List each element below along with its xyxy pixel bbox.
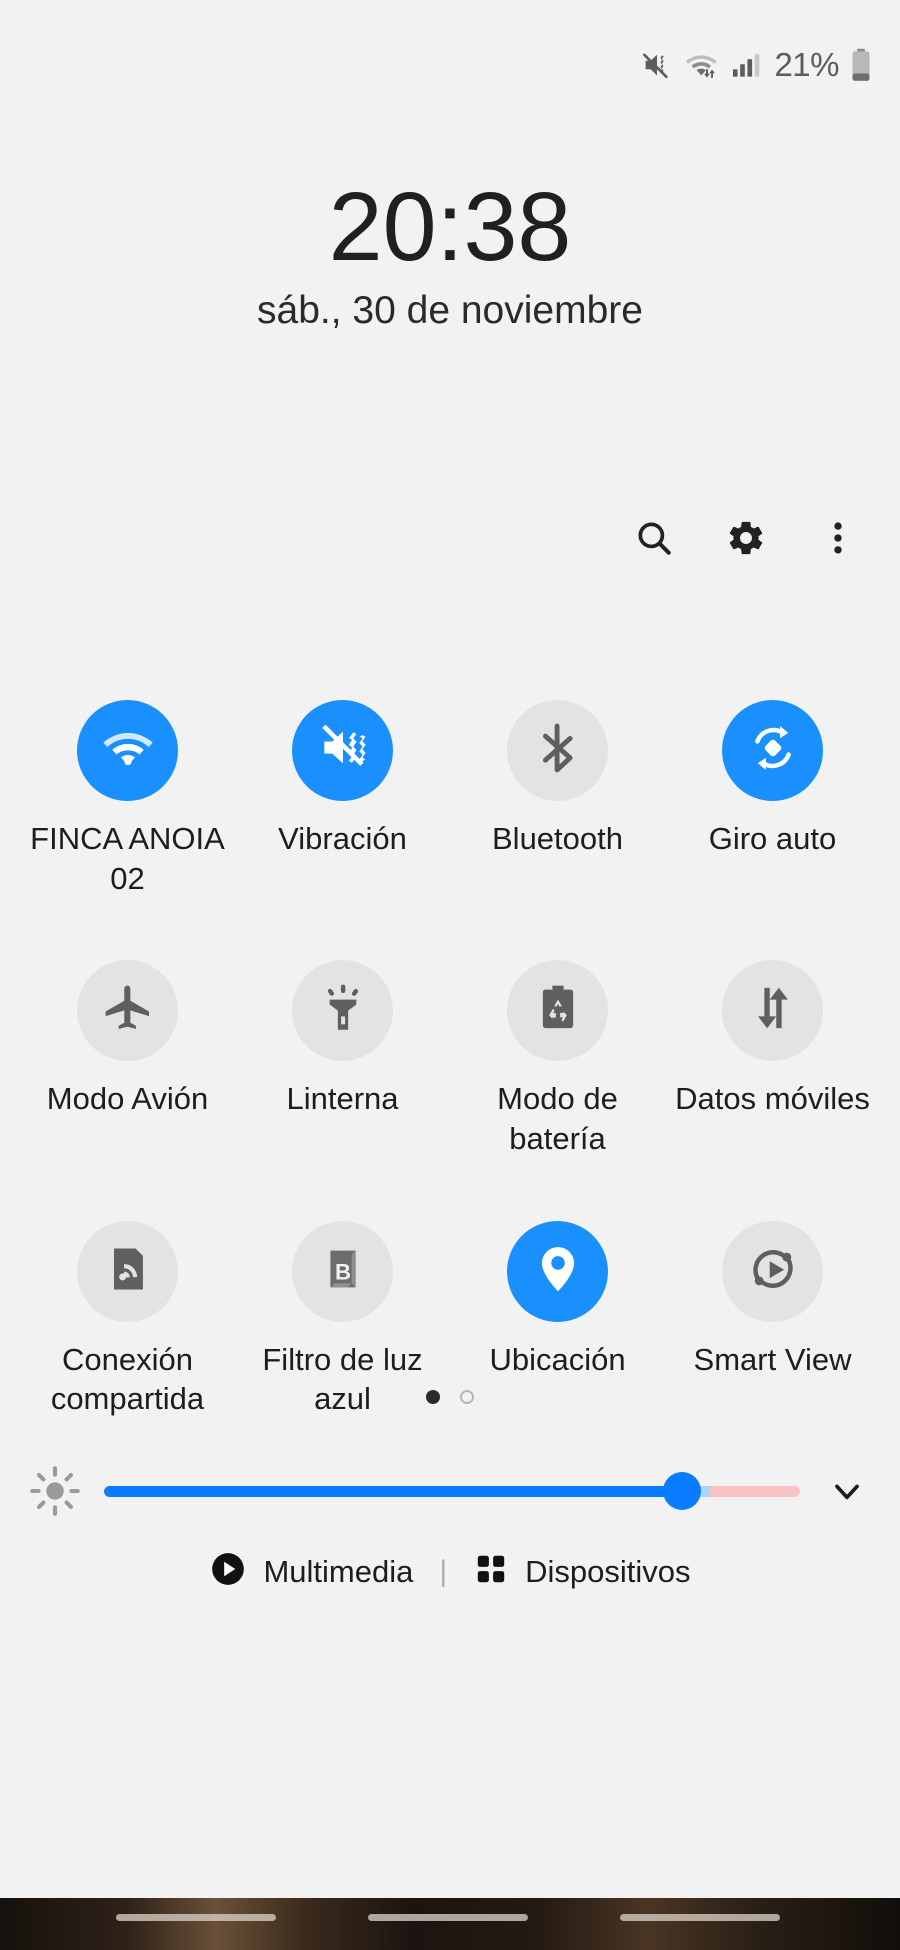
wallpaper-highlight <box>368 1914 528 1921</box>
bluetooth-icon <box>530 720 586 781</box>
search-icon <box>633 517 675 564</box>
media-label: Multimedia <box>263 1553 414 1589</box>
brightness-sun-icon <box>24 1460 86 1522</box>
tile-mobile-data-label: Datos móviles <box>675 1081 870 1117</box>
tile-location-label: Ubicación <box>489 1341 626 1377</box>
flashlight-icon <box>315 980 371 1041</box>
devices-label: Dispositivos <box>525 1553 691 1589</box>
battery-mode-icon <box>530 980 586 1041</box>
tile-location-circle[interactable] <box>507 1220 608 1322</box>
tile-flashlight[interactable]: Linterna <box>235 960 450 1158</box>
brightness-slider[interactable] <box>104 1467 800 1515</box>
tile-blue-light-filter-label: Filtro de luz azul <box>262 1341 423 1417</box>
tile-vibration[interactable]: Vibración <box>235 700 450 898</box>
footer-separator: | <box>439 1554 448 1588</box>
battery-icon <box>850 48 872 82</box>
devices-grid-icon <box>473 1551 509 1592</box>
tile-mobile-data-circle[interactable] <box>722 960 823 1062</box>
tile-vibration-circle[interactable] <box>292 700 393 801</box>
hotspot-icon <box>100 1241 156 1302</box>
more-options-button[interactable] <box>806 508 870 572</box>
battery-percent-label: 21% <box>774 46 839 83</box>
mute-vibrate-icon <box>640 48 674 82</box>
tile-bluetooth[interactable]: Bluetooth <box>450 700 665 898</box>
page-dot-inactive[interactable] <box>460 1390 474 1404</box>
play-circle-icon <box>209 1550 247 1593</box>
clock-date[interactable]: sáb., 30 de noviembre <box>0 289 900 333</box>
tile-airplane-mode[interactable]: Modo Avión <box>20 960 235 1158</box>
tile-flashlight-circle[interactable] <box>292 960 393 1062</box>
clock-block: 20:38 sáb., 30 de noviembre <box>0 178 900 333</box>
panel-footer: Multimedia | Dispositivos <box>0 1538 900 1605</box>
svg-text:B: B <box>334 1259 350 1284</box>
smart-view-icon <box>745 1241 801 1302</box>
location-pin-icon <box>530 1241 586 1302</box>
tile-battery-mode-label: Modo de batería <box>497 1081 618 1157</box>
mobile-data-icon <box>745 980 801 1041</box>
tile-wifi-label: FINCA ANOIA 02 <box>30 821 225 896</box>
overflow-menu-icon <box>817 517 859 564</box>
vibrate-icon <box>315 720 371 781</box>
tile-blue-light-filter-circle[interactable]: B <box>292 1220 393 1322</box>
brightness-thumb[interactable] <box>662 1472 701 1510</box>
auto-rotate-icon <box>745 720 801 781</box>
search-button[interactable] <box>622 508 686 572</box>
tile-wifi[interactable]: FINCA ANOIA 02 <box>20 700 235 898</box>
wifi-icon <box>99 719 157 782</box>
tile-smart-view-label: Smart View <box>693 1341 852 1377</box>
tile-battery-mode-circle[interactable] <box>507 960 608 1062</box>
signal-bars-icon <box>730 49 762 81</box>
tile-auto-rotate-label: Giro auto <box>708 821 837 856</box>
panel-action-bar <box>622 508 870 572</box>
page-dot-active[interactable] <box>426 1390 440 1404</box>
gear-icon <box>725 517 767 564</box>
settings-button[interactable] <box>714 508 778 572</box>
wifi-data-icon <box>683 48 721 82</box>
tile-flashlight-label: Linterna <box>286 1081 399 1117</box>
tile-airplane-mode-circle[interactable] <box>77 960 178 1062</box>
devices-button[interactable]: Dispositivos <box>453 1539 710 1604</box>
status-bar: 21% <box>0 0 900 130</box>
tile-smart-view-circle[interactable] <box>722 1220 823 1322</box>
tile-battery-mode[interactable]: Modo de batería <box>450 960 665 1158</box>
quick-settings-panel: 21% 20:38 sáb., 30 de noviembre FINCA AN… <box>0 0 900 1950</box>
tile-mobile-data[interactable]: Datos móviles <box>665 960 880 1158</box>
clock-time[interactable]: 20:38 <box>0 178 900 275</box>
wallpaper-strip <box>0 1898 900 1950</box>
tile-hotspot-circle[interactable] <box>77 1220 178 1322</box>
media-button[interactable]: Multimedia <box>189 1538 433 1605</box>
tile-hotspot-label: Conexión compartida <box>50 1341 205 1417</box>
blue-light-filter-icon: B <box>315 1241 371 1302</box>
brightness-expand-button[interactable] <box>818 1469 876 1513</box>
quick-toggle-grid: FINCA ANOIA 02 Vibración Bluetooth Giro … <box>0 700 900 1419</box>
tile-vibration-label: Vibración <box>278 821 407 856</box>
tile-bluetooth-circle[interactable] <box>507 700 608 801</box>
tile-auto-rotate[interactable]: Giro auto <box>665 700 880 898</box>
airplane-icon <box>100 980 156 1041</box>
tile-bluetooth-label: Bluetooth <box>492 821 623 856</box>
tile-wifi-circle[interactable] <box>77 700 178 801</box>
brightness-row <box>0 1446 900 1536</box>
brightness-fill <box>104 1485 682 1497</box>
page-indicator <box>0 1390 900 1404</box>
tile-airplane-mode-label: Modo Avión <box>46 1081 209 1117</box>
tile-auto-rotate-circle[interactable] <box>722 700 823 801</box>
wallpaper-highlight <box>620 1914 780 1921</box>
wallpaper-highlight <box>116 1914 276 1921</box>
